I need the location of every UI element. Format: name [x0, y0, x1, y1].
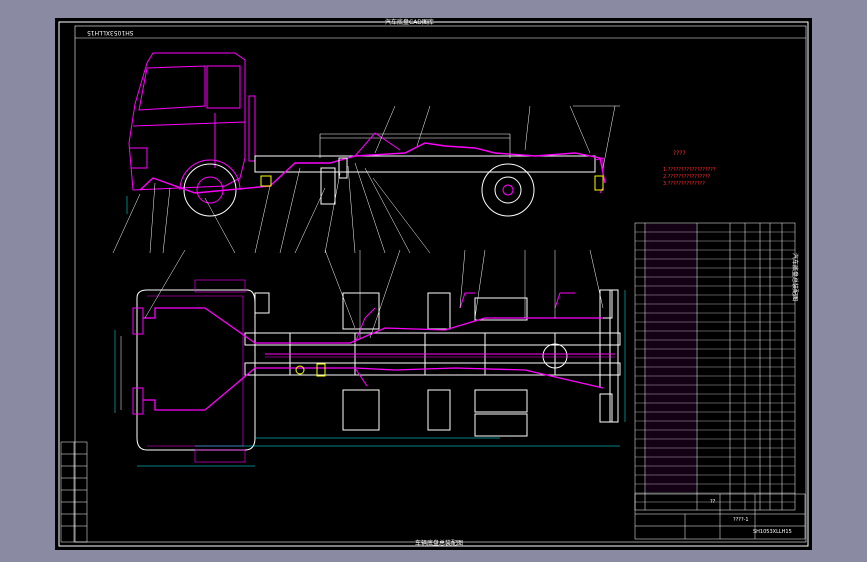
frame-rail-side [254, 155, 596, 173]
air-line-side [139, 142, 606, 194]
note-line: 1.?????????????????? [663, 167, 716, 173]
plan-view [114, 196, 626, 467]
side-title: 汽车底盘总装配图 [791, 253, 798, 302]
air-line-plan [143, 307, 603, 344]
note-line: 2.???????????????? [663, 174, 711, 180]
notes-title: ???? [673, 150, 686, 157]
title-unknown-cell: ?? [710, 499, 716, 505]
drawing-stamp: SH1053XLLH15 [87, 29, 134, 36]
technical-notes: ???? 1.?????????????????? 2.????????????… [663, 150, 716, 188]
parts-list-fill [646, 224, 696, 492]
chassis-drawing [58, 21, 809, 547]
drawing-ref: ????-1 [733, 517, 749, 523]
drawing-sheet: 汽车底盘CAD图库 车辆底盘总装配图 SH1053XLLH15 汽车底盘总装配图… [55, 18, 812, 550]
side-view [112, 52, 620, 254]
header-text: 汽车底盘CAD图库 [385, 19, 434, 26]
note-line: 3.?????????????? [663, 181, 705, 187]
revision-block [60, 441, 88, 543]
drawing-code: SH1053XLLH15 [753, 529, 792, 535]
footer-text: 车辆底盘总装配图 [415, 540, 464, 547]
